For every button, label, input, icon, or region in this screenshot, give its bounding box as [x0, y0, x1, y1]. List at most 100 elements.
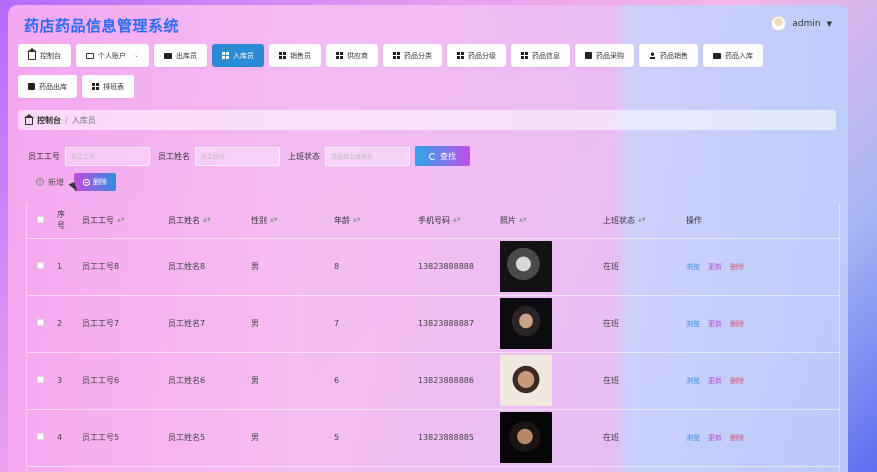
employee-name-input[interactable]: 员工姓名 [195, 146, 280, 166]
sort-icon: ▲▼ [453, 217, 461, 224]
minus-icon [83, 178, 90, 186]
header-label: 性别 [251, 215, 267, 225]
view-button[interactable]: 浏览 [686, 263, 700, 271]
table-row: 3 员工工号6 员工姓名6 男 6 13823888886 在班 浏览 更新 删除 [27, 352, 839, 410]
nav-label: 个人账户 [98, 51, 126, 60]
cell-employee-id: 员工工号7 [82, 295, 168, 353]
delete-button[interactable]: 删除 [730, 377, 744, 385]
cell-phone: 13823888885 [418, 409, 500, 467]
header-label: 年龄 [334, 215, 350, 225]
nav-sales-staff[interactable]: 销售员 [269, 44, 322, 67]
search-button-label: 查找 [440, 151, 456, 161]
header-phone[interactable]: 手机号码 ▲▼ [418, 203, 500, 239]
cell-phone: 13823888887 [418, 295, 500, 353]
nav-outbound-staff[interactable]: 出库员 [154, 44, 208, 67]
grid-icon [457, 52, 465, 59]
cell-gender: 男 [251, 409, 334, 467]
nav-drug-category[interactable]: 药品分类 [383, 44, 443, 67]
chevron-down-icon: ⌄ [134, 52, 140, 59]
nav-drug-outbound[interactable]: 药品出库 [18, 75, 77, 98]
row-checkbox[interactable] [37, 433, 44, 440]
nav-row-2: 药品出库 排班表 [18, 75, 134, 98]
cell-work-status: 在班 [603, 409, 686, 467]
delete-button[interactable]: 删除 [730, 320, 744, 328]
nav-row-1: 控制台 个人账户 ⌄ 出库员 入库员 销售员 供应商 药品分类 药品分级 药品信息… [18, 44, 764, 67]
header-gender[interactable]: 性别 ▲▼ [251, 203, 334, 239]
update-button[interactable]: 更新 [708, 434, 722, 442]
cell-employee-name: 员工姓名7 [168, 295, 251, 353]
row-checkbox[interactable] [37, 376, 44, 383]
nav-label: 药品销售 [660, 51, 689, 60]
cell-phone: 13823888886 [418, 352, 500, 410]
employee-photo[interactable] [500, 241, 552, 292]
grid-icon [279, 52, 287, 59]
header-employee-name[interactable]: 员工姓名 ▲▼ [168, 203, 251, 239]
user-name: admin [792, 18, 821, 29]
row-checkbox[interactable] [37, 262, 44, 269]
header-seq: 序号 [57, 210, 65, 231]
nav-drug-purchase[interactable]: 药品采购 [575, 44, 635, 67]
grid-icon [222, 52, 230, 59]
header-label: 员工工号 [82, 215, 114, 225]
view-button[interactable]: 浏览 [686, 377, 700, 385]
employee-id-input[interactable]: 员工工号 [65, 146, 150, 166]
employee-photo[interactable] [500, 298, 552, 349]
update-button[interactable]: 更新 [708, 320, 722, 328]
nav-dashboard[interactable]: 控制台 [18, 44, 71, 67]
cell-gender: 男 [251, 238, 334, 296]
nav-label: 药品入库 [725, 51, 754, 60]
header-work-status[interactable]: 上班状态 ▲▼ [603, 203, 686, 239]
update-button[interactable]: 更新 [708, 377, 722, 385]
delete-button[interactable]: 删除 [730, 434, 744, 442]
person-icon [649, 52, 657, 59]
nav-drug-inbound[interactable]: 药品入库 [703, 44, 764, 67]
header-operations: 操作 [686, 203, 839, 239]
header-age[interactable]: 年龄 ▲▼ [334, 203, 418, 239]
nav-supplier[interactable]: 供应商 [326, 44, 379, 67]
cell-seq: 1 [57, 238, 82, 296]
app-title: 药店药品信息管理系统 [24, 17, 180, 35]
search-button[interactable]: 查找 [415, 146, 470, 166]
table-row: 2 员工工号7 员工姓名7 男 7 13823888887 在班 浏览 更新 删除 [27, 295, 839, 353]
table-header-row: 序号 员工工号 ▲▼ 员工姓名 ▲▼ 性别 ▲▼ 年龄 ▲▼ 手机号码 ▲▼ 照片 ▲▼ 上… [27, 203, 839, 239]
view-button[interactable]: 浏览 [686, 320, 700, 328]
plus-icon: + [36, 178, 44, 186]
employee-photo[interactable] [500, 355, 552, 406]
header-employee-id[interactable]: 员工工号 ▲▼ [82, 203, 168, 239]
cell-age: 8 [334, 238, 418, 296]
cell-work-status: 在班 [603, 295, 686, 353]
nav-schedule[interactable]: 排班表 [82, 75, 134, 98]
batch-delete-button[interactable]: 删除 [74, 173, 116, 191]
employee-photo[interactable] [500, 412, 552, 463]
delete-button[interactable]: 删除 [730, 263, 744, 271]
user-menu[interactable]: admin ▼ [771, 16, 832, 31]
nav-drug-grade[interactable]: 药品分级 [447, 44, 507, 67]
header-label: 照片 [500, 215, 516, 225]
breadcrumb-root[interactable]: 控制台 [37, 115, 61, 126]
sort-icon: ▲▼ [519, 217, 527, 224]
nav-label: 排班表 [103, 82, 124, 91]
sort-icon: ▲▼ [270, 217, 278, 224]
add-button[interactable]: + 新增 [36, 177, 64, 188]
nav-drug-sales[interactable]: 药品销售 [639, 44, 699, 67]
sort-icon: ▲▼ [203, 217, 211, 224]
cell-gender: 男 [251, 295, 334, 353]
update-button[interactable]: 更新 [708, 263, 722, 271]
check-icon [585, 52, 593, 59]
delete-button-label: 删除 [93, 178, 107, 186]
box-icon [28, 83, 35, 90]
nav-inbound-staff[interactable]: 入库员 [212, 44, 265, 67]
nav-drug-info[interactable]: 药品信息 [511, 44, 571, 67]
header-photo[interactable]: 照片 ▲▼ [500, 203, 603, 239]
view-button[interactable]: 浏览 [686, 434, 700, 442]
cell-employee-name: 员工姓名6 [168, 352, 251, 410]
cell-work-status: 在班 [603, 238, 686, 296]
work-status-select[interactable]: 请选择上班状态 ⌄ [325, 146, 410, 166]
select-all-checkbox[interactable] [37, 215, 44, 223]
grid-icon [393, 52, 401, 59]
caret-down-icon: ▼ [826, 19, 832, 28]
nav-personal-account[interactable]: 个人账户 ⌄ [76, 44, 150, 67]
row-checkbox[interactable] [37, 319, 44, 326]
breadcrumb-current: 入库员 [71, 115, 96, 125]
header-label: 员工姓名 [168, 215, 200, 225]
